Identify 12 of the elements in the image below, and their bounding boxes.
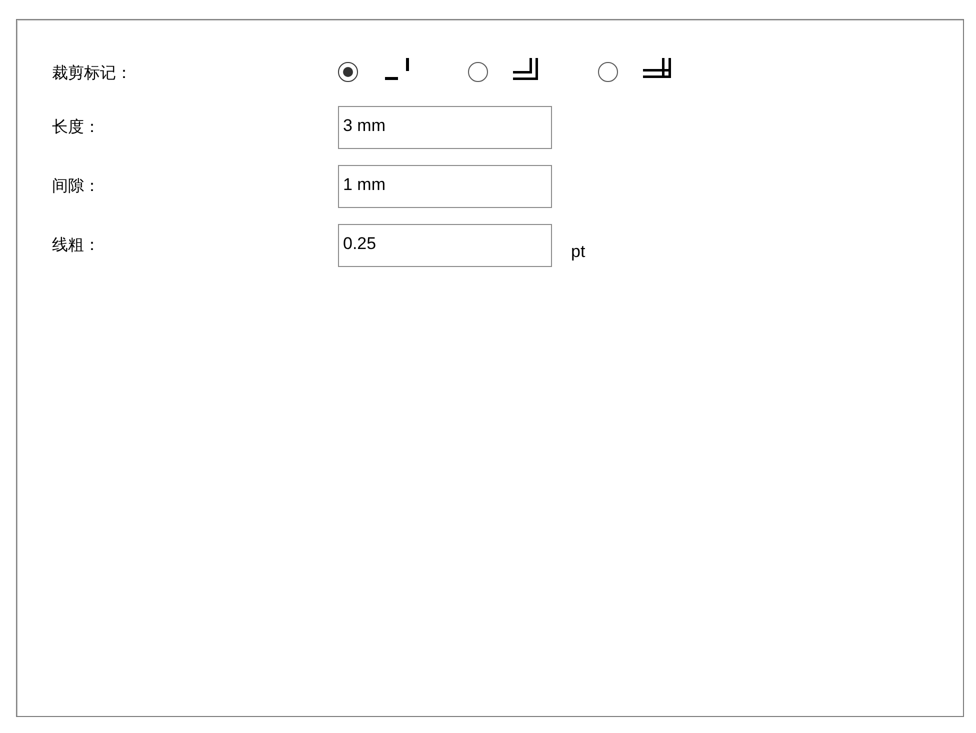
field-label: 间隙：	[52, 177, 100, 197]
radio-button[interactable]	[468, 62, 488, 82]
unit-label: pt	[571, 242, 586, 262]
field-label: 长度：	[52, 118, 100, 138]
input-field[interactable]: 0.25	[338, 224, 552, 267]
double-cross-mark-icon	[643, 58, 673, 80]
radio-button[interactable]	[598, 62, 618, 82]
radio-button[interactable]	[338, 62, 358, 82]
crop-marks-label: 裁剪标记：	[52, 64, 132, 84]
input-field[interactable]: 1 mm	[338, 165, 552, 208]
field-label: 线粗：	[52, 236, 100, 256]
input-field[interactable]: 3 mm	[338, 106, 552, 149]
